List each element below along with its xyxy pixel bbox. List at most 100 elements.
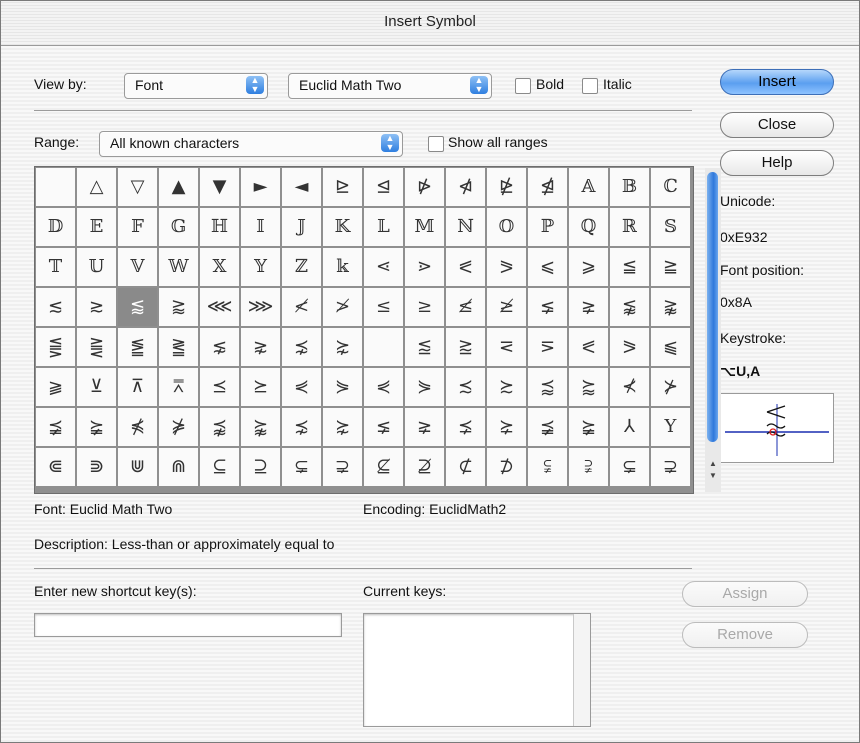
symbol-cell[interactable]: ⪊ xyxy=(651,288,690,326)
symbol-cell[interactable]: ⋐ xyxy=(36,448,75,486)
symbol-cell[interactable]: ⋧ xyxy=(241,328,280,366)
symbol-cell[interactable]: ⩽ xyxy=(528,248,567,286)
symbol-cell[interactable]: 𝔾 xyxy=(159,208,198,246)
symbol-cell[interactable]: ≤ xyxy=(364,288,403,326)
symbol-cell[interactable]: ⪯ xyxy=(200,368,239,406)
symbol-cell[interactable]: ⪲ xyxy=(487,408,526,446)
symbol-cell[interactable]: ℙ xyxy=(528,208,567,246)
symbol-cell[interactable]: ⪍ xyxy=(405,328,444,366)
symbol-cell[interactable]: ⊁ xyxy=(651,368,690,406)
symbol-cell[interactable]: ⋗ xyxy=(405,248,444,286)
symbol-cell[interactable]: ⊻ xyxy=(77,368,116,406)
symbol-cell[interactable]: ⪑ xyxy=(118,328,157,366)
symbol-cell[interactable] xyxy=(36,168,75,206)
symbol-cell[interactable]: ⩾ xyxy=(569,248,608,286)
symbol-cell[interactable]: ⪺ xyxy=(241,408,280,446)
symbol-cell[interactable]: 𝕂 xyxy=(323,208,362,246)
symbol-cell[interactable]: ⋬ xyxy=(528,168,567,206)
symbol-cell[interactable]: ⪇ xyxy=(528,288,567,326)
symbol-cell[interactable]: ⊉ xyxy=(405,448,444,486)
symbol-cell[interactable]: ⪸ xyxy=(569,368,608,406)
symbol-cell[interactable]: 𝔻 xyxy=(36,208,75,246)
symbol-cell[interactable]: ⪖ xyxy=(487,248,526,286)
symbol-cell[interactable]: ⋒ xyxy=(159,448,198,486)
symbol-cell[interactable]: ⫋ xyxy=(528,448,567,486)
symbol-cell[interactable]: ⪕ xyxy=(569,328,608,366)
symbol-cell[interactable]: ⋙ xyxy=(241,288,280,326)
new-shortcut-input[interactable] xyxy=(34,613,342,637)
symbol-cell[interactable]: ⪷ xyxy=(528,368,567,406)
symbol-cell[interactable]: ⪈ xyxy=(405,408,444,446)
symbol-cell[interactable]: ≥ xyxy=(405,288,444,326)
symbol-cell[interactable]: ⋘ xyxy=(200,288,239,326)
symbol-cell[interactable]: ⫹ xyxy=(651,328,690,366)
italic-checkbox[interactable] xyxy=(582,78,598,94)
symbol-cell[interactable]: ⪱ xyxy=(446,408,485,446)
symbol-cell[interactable]: 𝕃 xyxy=(364,208,403,246)
symbol-cell[interactable]: ⋦ xyxy=(200,328,239,366)
symbol-cell[interactable]: ⋫ xyxy=(405,168,444,206)
symbol-cell[interactable]: ⋪ xyxy=(446,168,485,206)
symbol-cell[interactable]: ⊆ xyxy=(200,448,239,486)
symbol-cell[interactable]: ⋞ xyxy=(364,368,403,406)
show-all-ranges-checkbox[interactable] xyxy=(428,136,444,152)
symbol-cell[interactable]: ℤ xyxy=(282,248,321,286)
symbol-cell[interactable]: ≲ xyxy=(36,288,75,326)
symbol-cell[interactable]: ⋓ xyxy=(118,448,157,486)
symbol-cell[interactable]: ► xyxy=(241,168,280,206)
symbol-cell[interactable]: ⋖ xyxy=(364,248,403,286)
font-popup[interactable]: Euclid Math Two ▲ ▼ xyxy=(288,73,492,99)
symbol-cell[interactable]: ⋩ xyxy=(323,328,362,366)
current-keys-scrollbar[interactable] xyxy=(573,614,590,726)
symbol-cell[interactable]: ≯ xyxy=(323,288,362,326)
symbol-cell[interactable]: ⊋ xyxy=(651,448,690,486)
symbol-cell[interactable]: ⪰ xyxy=(241,368,280,406)
symbol-cell[interactable]: ⪎ xyxy=(446,328,485,366)
symbol-cell[interactable]: ⊊ xyxy=(610,448,649,486)
symbol-cell[interactable]: ⊼ xyxy=(118,368,157,406)
symbol-cell[interactable]: 𝕁 xyxy=(282,208,321,246)
symbol-cell[interactable]: ⊵ xyxy=(323,168,362,206)
symbol-cell[interactable]: ≮ xyxy=(282,288,321,326)
symbol-cell[interactable]: ℝ xyxy=(610,208,649,246)
range-popup[interactable]: All known characters ▲ ▼ xyxy=(99,131,403,157)
grid-scrollbar[interactable]: ▲ ▼ xyxy=(705,168,721,492)
symbol-cell[interactable]: ⪅ xyxy=(118,288,157,326)
symbol-cell[interactable]: ▼ xyxy=(200,168,239,206)
symbol-cell[interactable]: Υ xyxy=(651,408,690,446)
scroll-up-icon[interactable]: ▲ xyxy=(705,458,721,469)
symbol-cell[interactable]: ⪹ xyxy=(200,408,239,446)
symbol-cell[interactable]: ⋝ xyxy=(528,328,567,366)
symbol-cell[interactable]: ⊋ xyxy=(323,448,362,486)
symbol-cell[interactable]: 𝕐 xyxy=(241,248,280,286)
symbol-cell[interactable]: ≿ xyxy=(487,368,526,406)
close-button[interactable]: Close xyxy=(720,112,834,138)
symbol-cell[interactable]: 𝕜 xyxy=(323,248,362,286)
assign-button[interactable]: Assign xyxy=(682,581,808,607)
symbol-cell[interactable]: ⋟ xyxy=(323,368,362,406)
symbol-cell[interactable]: 𝕋 xyxy=(36,248,75,286)
symbol-cell[interactable]: ⪇ xyxy=(364,408,403,446)
symbol-cell[interactable]: ⪶ xyxy=(77,408,116,446)
title-bar[interactable]: Insert Symbol xyxy=(1,1,859,46)
symbol-cell[interactable]: ≦ xyxy=(610,248,649,286)
symbol-cell[interactable]: ⫌ xyxy=(569,448,608,486)
symbol-cell[interactable]: ⊄ xyxy=(446,448,485,486)
symbol-cell[interactable]: 𝕊 xyxy=(651,208,690,246)
symbol-cell[interactable]: 𝕌 xyxy=(77,248,116,286)
symbol-cell[interactable]: ℂ xyxy=(651,168,690,206)
symbol-cell[interactable]: ≾ xyxy=(446,368,485,406)
symbol-cell[interactable]: 𝔹 xyxy=(610,168,649,206)
symbol-cell[interactable]: ℍ xyxy=(200,208,239,246)
symbol-cell[interactable]: 𝔼 xyxy=(77,208,116,246)
symbol-cell[interactable]: 𝕍 xyxy=(118,248,157,286)
symbol-cell[interactable]: ⪋ xyxy=(36,328,75,366)
symbol-cell[interactable]: 𝕄 xyxy=(405,208,444,246)
symbol-cell[interactable]: ⋭ xyxy=(487,168,526,206)
symbol-cell[interactable]: ⋜ xyxy=(487,328,526,366)
symbol-cell[interactable]: ℚ xyxy=(569,208,608,246)
symbol-cell[interactable]: ⪵ xyxy=(36,408,75,446)
symbol-cell[interactable]: ⋠ xyxy=(118,408,157,446)
help-button[interactable]: Help xyxy=(720,150,834,176)
symbol-cell[interactable] xyxy=(364,328,403,366)
